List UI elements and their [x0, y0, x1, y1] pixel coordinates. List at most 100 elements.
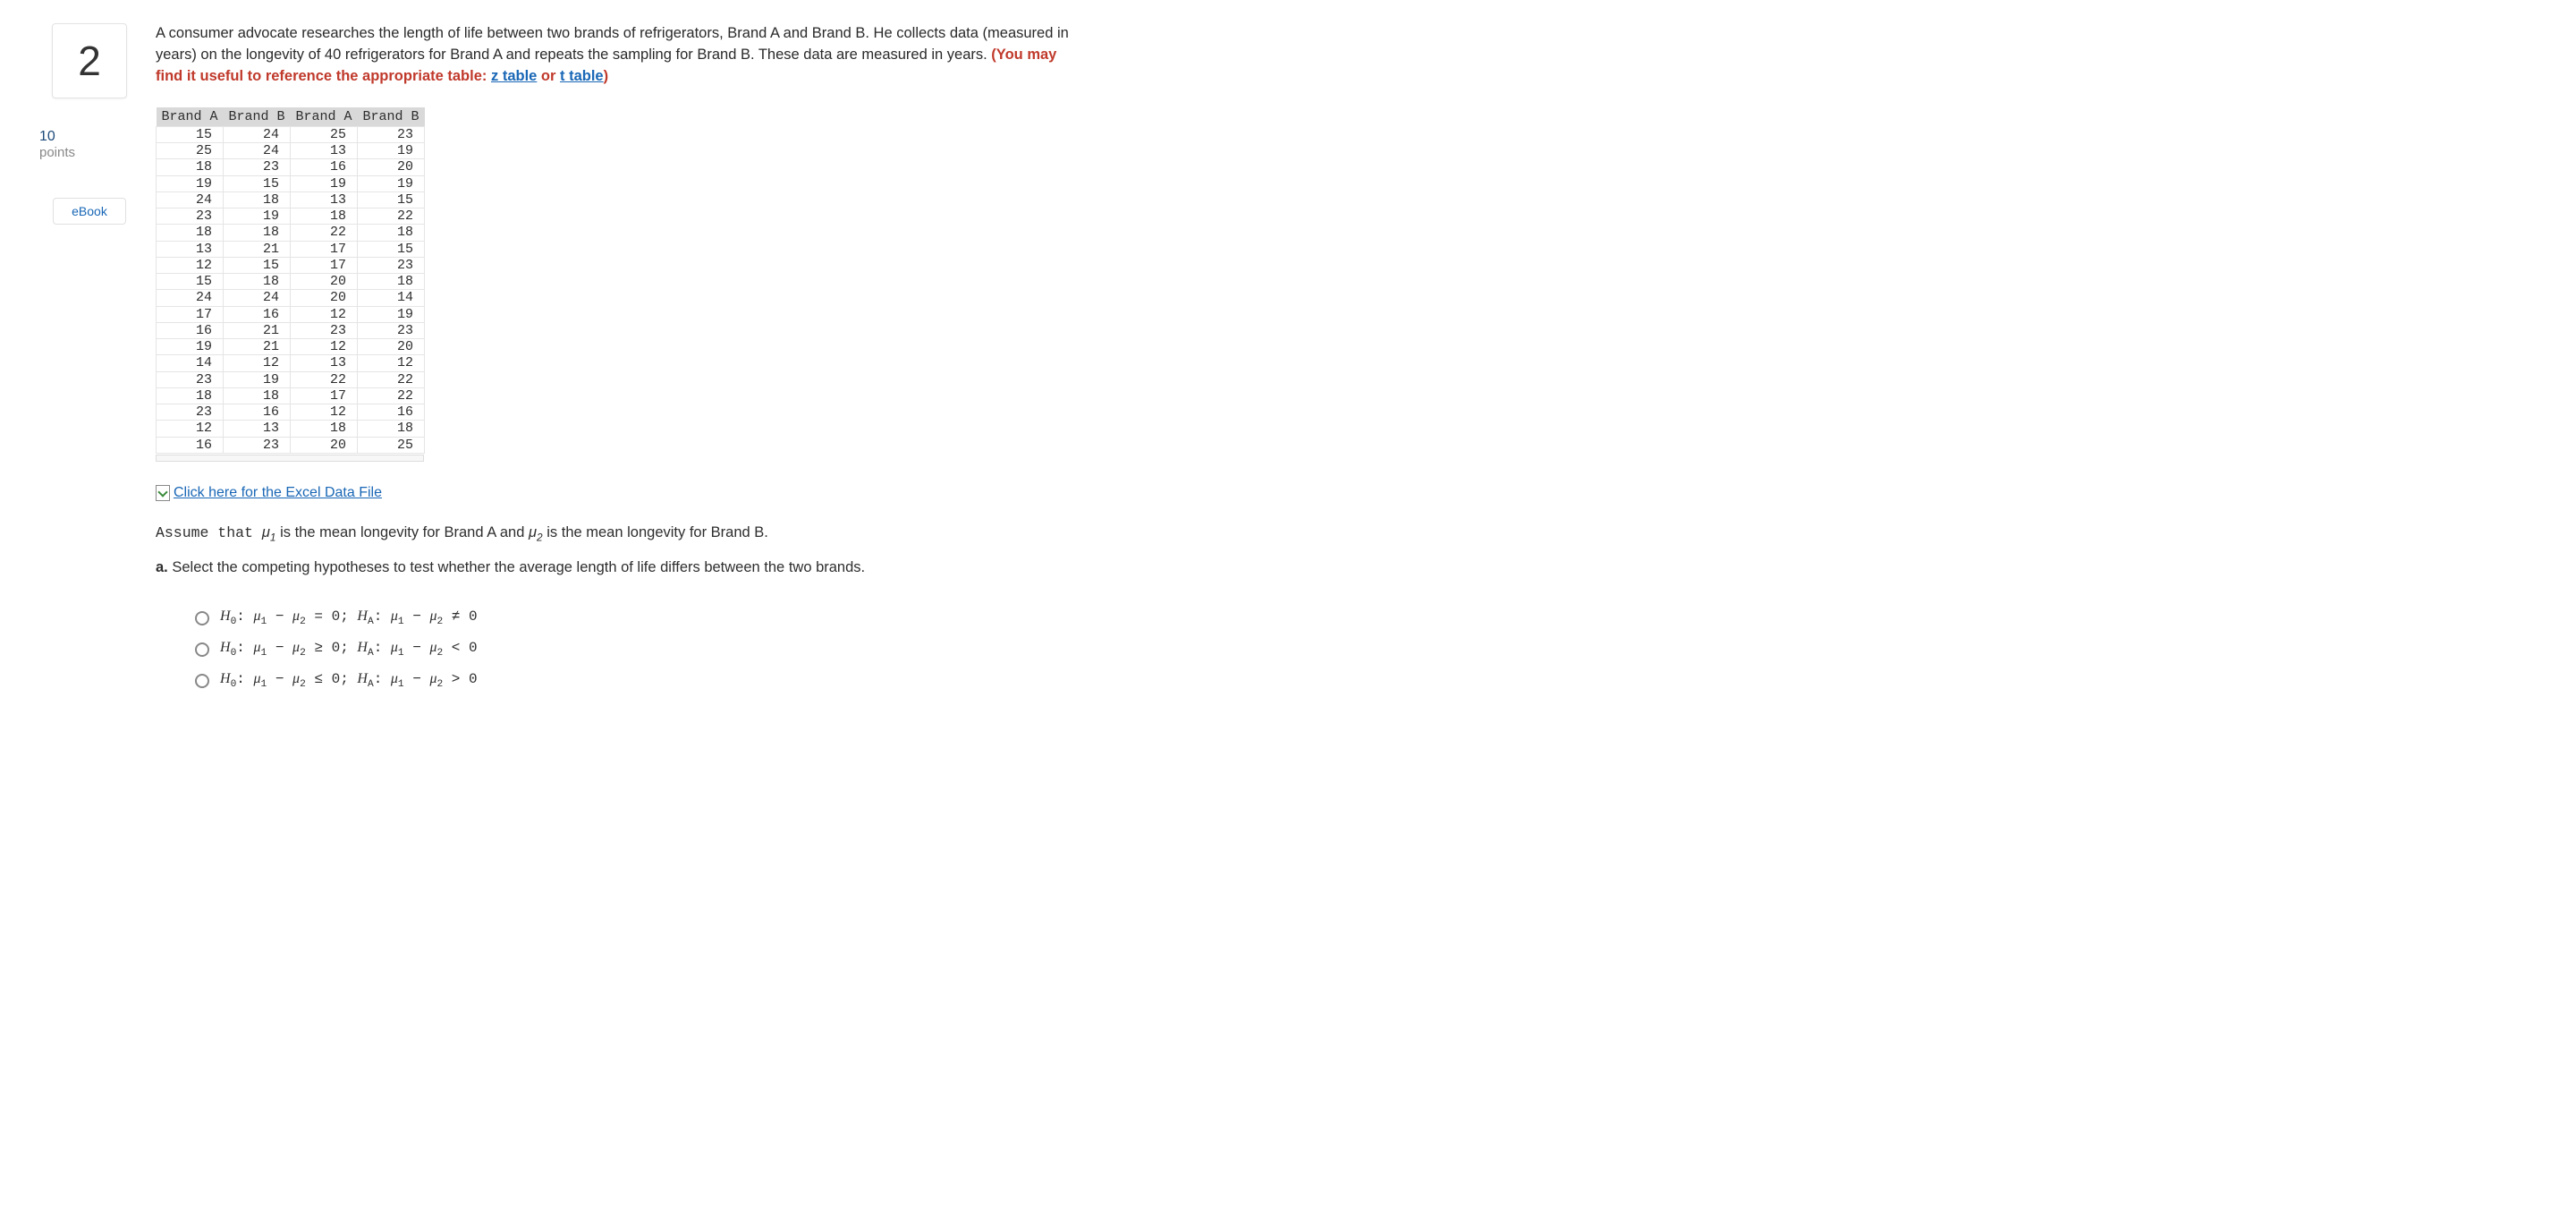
excel-file-icon — [156, 485, 170, 501]
table-row: 16232025 — [157, 437, 425, 453]
table-cell: 15 — [157, 126, 224, 142]
table-header-cell: Brand A — [291, 107, 358, 127]
ebook-button[interactable]: eBook — [53, 198, 126, 225]
table-cell: 12 — [157, 257, 224, 273]
table-row: 12151723 — [157, 257, 425, 273]
table-cell: 18 — [358, 274, 425, 290]
table-cell: 12 — [157, 421, 224, 437]
table-cell: 22 — [358, 387, 425, 404]
table-cell: 23 — [224, 437, 291, 453]
table-cell: 19 — [358, 306, 425, 322]
table-row: 18231620 — [157, 159, 425, 175]
excel-download-link[interactable]: Click here for the Excel Data File — [174, 485, 382, 501]
table-cell: 19 — [358, 143, 425, 159]
table-cell: 13 — [224, 421, 291, 437]
table-scrollbar[interactable] — [156, 455, 424, 462]
table-cell: 12 — [291, 339, 358, 355]
table-cell: 22 — [291, 371, 358, 387]
table-cell: 15 — [157, 274, 224, 290]
table-cell: 19 — [157, 175, 224, 191]
mu2-symbol: μ2 — [529, 524, 543, 540]
table-cell: 17 — [291, 387, 358, 404]
table-row: 19211220 — [157, 339, 425, 355]
z-table-link[interactable]: z table — [491, 68, 537, 84]
table-cell: 18 — [358, 421, 425, 437]
ebook-label: eBook — [72, 204, 107, 218]
table-cell: 13 — [291, 143, 358, 159]
table-row: 15242523 — [157, 126, 425, 142]
hypothesis-text: H0: μ1 − μ2 ≥ 0; HA: μ1 − μ2 < 0 — [220, 640, 478, 659]
table-cell: 14 — [157, 355, 224, 371]
table-cell: 13 — [291, 191, 358, 208]
radio-button[interactable] — [195, 611, 209, 625]
table-cell: 25 — [291, 126, 358, 142]
table-cell: 19 — [291, 175, 358, 191]
table-cell: 12 — [291, 306, 358, 322]
table-cell: 17 — [291, 241, 358, 257]
table-cell: 18 — [291, 208, 358, 225]
part-a-prompt: a. Select the competing hypotheses to te… — [156, 559, 1082, 576]
table-cell: 25 — [157, 143, 224, 159]
table-row: 23191822 — [157, 208, 425, 225]
table-cell: 23 — [157, 208, 224, 225]
radio-button[interactable] — [195, 674, 209, 688]
table-cell: 18 — [224, 225, 291, 241]
hypothesis-option[interactable]: H0: μ1 − μ2 = 0; HA: μ1 − μ2 ≠ 0 — [195, 608, 1082, 627]
points-block: 10 points — [36, 129, 143, 160]
hypothesis-option[interactable]: H0: μ1 − μ2 ≤ 0; HA: μ1 − μ2 > 0 — [195, 671, 1082, 690]
hypothesis-option[interactable]: H0: μ1 − μ2 ≥ 0; HA: μ1 − μ2 < 0 — [195, 640, 1082, 659]
table-row: 19151919 — [157, 175, 425, 191]
table-cell: 24 — [157, 191, 224, 208]
table-cell: 20 — [291, 437, 358, 453]
table-cell: 22 — [291, 225, 358, 241]
table-cell: 15 — [358, 191, 425, 208]
table-cell: 16 — [291, 159, 358, 175]
table-cell: 20 — [291, 290, 358, 306]
table-cell: 21 — [224, 241, 291, 257]
table-cell: 12 — [358, 355, 425, 371]
question-number: 2 — [78, 37, 101, 85]
table-cell: 17 — [157, 306, 224, 322]
table-cell: 18 — [224, 191, 291, 208]
assume-post: is the mean longevity for Brand B. — [543, 524, 768, 540]
table-cell: 19 — [358, 175, 425, 191]
table-cell: 12 — [291, 404, 358, 421]
hypothesis-text: H0: μ1 − μ2 = 0; HA: μ1 − μ2 ≠ 0 — [220, 608, 478, 627]
table-cell: 25 — [358, 437, 425, 453]
table-cell: 16 — [224, 404, 291, 421]
assume-pre: Assume that — [156, 524, 262, 541]
table-cell: 20 — [358, 159, 425, 175]
table-cell: 15 — [224, 257, 291, 273]
table-cell: 19 — [157, 339, 224, 355]
table-cell: 12 — [224, 355, 291, 371]
table-cell: 18 — [157, 159, 224, 175]
question-number-box: 2 — [52, 23, 127, 98]
table-cell: 24 — [224, 126, 291, 142]
hypothesis-text: H0: μ1 − μ2 ≤ 0; HA: μ1 − μ2 > 0 — [220, 671, 478, 690]
table-cell: 14 — [358, 290, 425, 306]
table-cell: 13 — [157, 241, 224, 257]
table-cell: 23 — [291, 322, 358, 338]
data-table: Brand ABrand BBrand ABrand B 15242523252… — [156, 107, 425, 454]
table-cell: 18 — [224, 387, 291, 404]
close-paren: ) — [604, 68, 609, 84]
table-cell: 17 — [291, 257, 358, 273]
intro-text: A consumer advocate researches the lengt… — [156, 25, 1069, 63]
part-a-text: Select the competing hypotheses to test … — [168, 559, 865, 575]
t-table-link[interactable]: t table — [560, 68, 604, 84]
table-cell: 19 — [224, 208, 291, 225]
table-row: 13211715 — [157, 241, 425, 257]
points-label: points — [39, 145, 143, 160]
mu1-symbol: μ1 — [262, 524, 276, 540]
radio-button[interactable] — [195, 642, 209, 657]
table-header-cell: Brand B — [224, 107, 291, 127]
table-cell: 13 — [291, 355, 358, 371]
table-row: 16212323 — [157, 322, 425, 338]
table-row: 23161216 — [157, 404, 425, 421]
table-cell: 18 — [157, 225, 224, 241]
table-cell: 18 — [224, 274, 291, 290]
table-cell: 24 — [224, 143, 291, 159]
table-cell: 18 — [157, 387, 224, 404]
table-row: 18182218 — [157, 225, 425, 241]
table-cell: 20 — [291, 274, 358, 290]
